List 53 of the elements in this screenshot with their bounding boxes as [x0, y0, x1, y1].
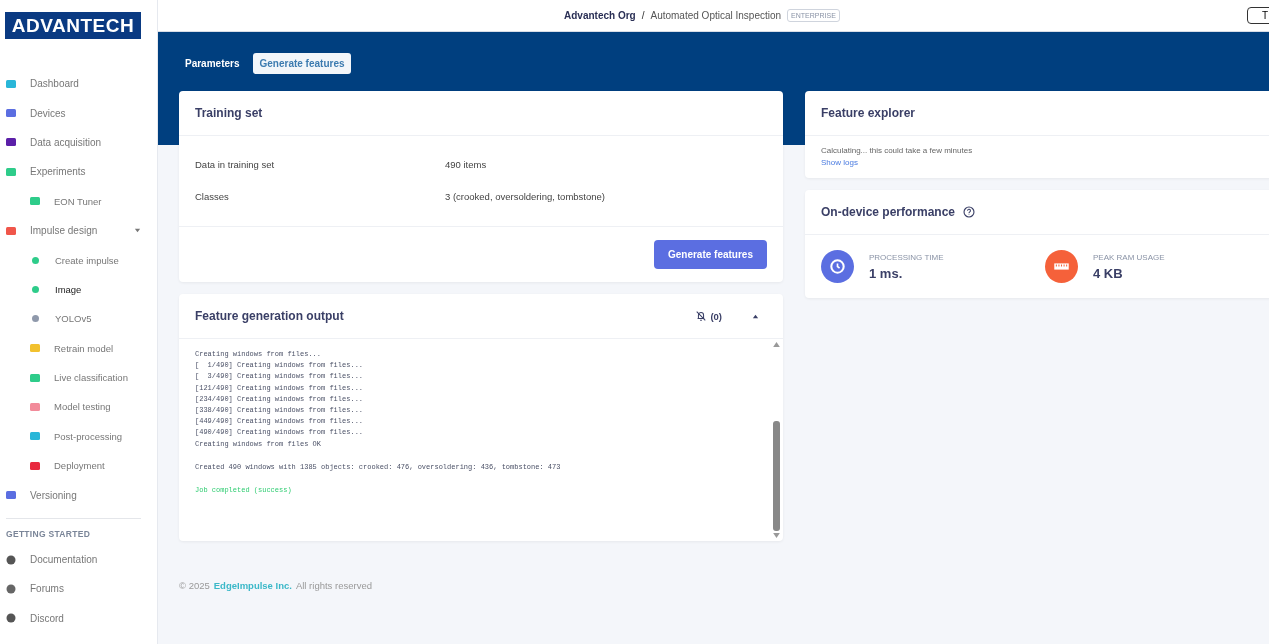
sidebar-item[interactable]: Versioning: [0, 480, 157, 510]
field-value: 3 (crooked, oversoldering, tombstone): [445, 190, 605, 202]
tab[interactable]: Parameters: [185, 53, 248, 74]
tab[interactable]: Generate features: [253, 53, 351, 74]
device-button[interactable]: T: [1246, 7, 1269, 24]
metric-label: PEAK RAM USAGE: [1093, 252, 1165, 262]
sidebar-link[interactable]: Forums: [0, 574, 157, 604]
sidebar-item[interactable]: Dashboard: [0, 69, 157, 99]
copyright-text: © 2025: [179, 580, 210, 591]
scrollbar-thumb[interactable]: [773, 421, 780, 531]
metric-value: 4 KB: [1093, 265, 1124, 281]
section-heading: GETTING STARTED: [5, 527, 92, 541]
sidebar-item[interactable]: Live classification: [0, 362, 157, 393]
scroll-down-icon[interactable]: [773, 533, 780, 538]
metric-value: 1 ms.: [869, 265, 904, 281]
notification-count: (0): [710, 310, 722, 322]
sidebar-item[interactable]: YOLOv5: [0, 304, 157, 334]
card-title: Feature explorer: [821, 106, 916, 120]
sidebar-item[interactable]: Impulse design: [0, 215, 157, 246]
sidebar-item[interactable]: Model testing: [0, 392, 157, 422]
metric-label: PROCESSING TIME: [869, 252, 944, 262]
card-title: On-device performance: [821, 205, 956, 219]
status-message: Calculating... this could take a few minutes: [821, 146, 974, 155]
project-name[interactable]: Automated Optical Inspection: [650, 10, 782, 21]
generate-features-button[interactable]: Generate features: [653, 240, 767, 269]
help-icon[interactable]: [963, 206, 976, 218]
breadcrumb-separator: /: [641, 10, 645, 21]
field-label: Classes: [195, 190, 230, 202]
clock-icon: [821, 250, 854, 283]
sidebar-item[interactable]: Deployment: [0, 451, 157, 481]
sidebar-link[interactable]: Documentation: [0, 544, 157, 575]
scroll-up-icon[interactable]: [773, 342, 780, 347]
bell-off-icon[interactable]: [695, 310, 708, 322]
memory-icon: [1045, 250, 1078, 283]
sidebar-item[interactable]: EON Tuner: [0, 186, 157, 216]
org-name[interactable]: Advantech Org: [564, 10, 636, 21]
sidebar-item[interactable]: Retrain model: [0, 333, 157, 363]
sidebar-item[interactable]: Devices: [0, 98, 157, 128]
sidebar-link[interactable]: Discord: [0, 603, 157, 634]
sidebar-item[interactable]: Data acquisition: [0, 127, 157, 158]
copyright-text: All rights reserved: [295, 580, 372, 591]
field-label: Data in training set: [195, 158, 276, 170]
caret-icon[interactable]: [134, 227, 141, 235]
sidebar-item[interactable]: Image: [0, 274, 157, 305]
field-value: 490 items: [445, 158, 487, 170]
sidebar-item[interactable]: Create impulse: [0, 245, 157, 275]
sidebar-item[interactable]: Post-processing: [0, 421, 157, 452]
collapse-icon[interactable]: [752, 312, 759, 320]
show-logs-link[interactable]: Show logs: [821, 158, 1269, 167]
sidebar-item[interactable]: Experiments: [0, 157, 157, 187]
card-title: Feature generation output: [195, 309, 344, 323]
card-title: Training set: [195, 106, 263, 120]
logo: ADVANTECH: [5, 12, 141, 39]
